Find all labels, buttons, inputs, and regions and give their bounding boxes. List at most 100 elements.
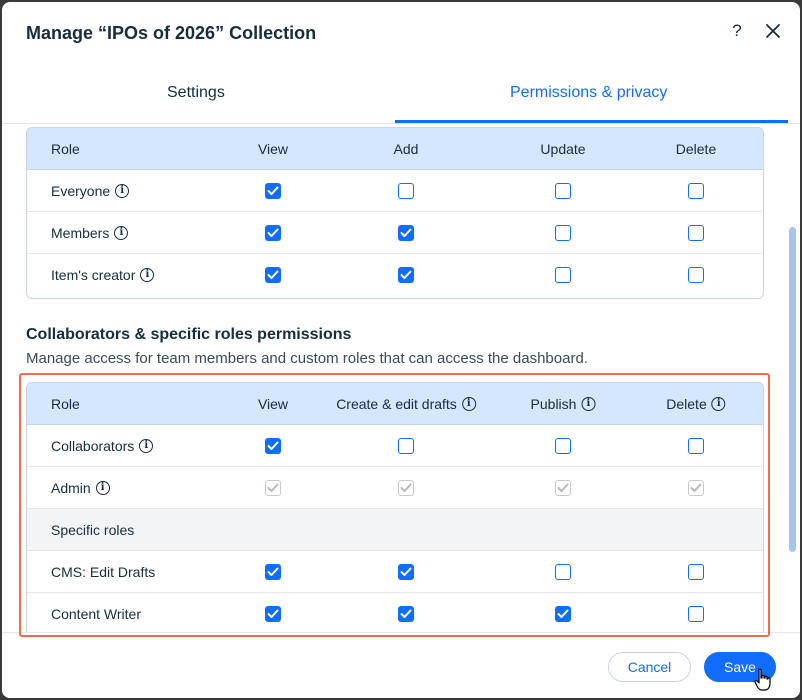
info-icon[interactable]: i bbox=[115, 184, 130, 199]
delete-checkbox[interactable] bbox=[688, 438, 704, 454]
view-checkbox[interactable] bbox=[265, 564, 281, 580]
view-checkbox[interactable] bbox=[265, 438, 281, 454]
checkmark-icon bbox=[557, 609, 569, 618]
checkmark-icon bbox=[267, 228, 279, 237]
checkmark-icon bbox=[400, 483, 412, 492]
info-icon[interactable]: i bbox=[95, 481, 110, 496]
create-checkbox[interactable] bbox=[398, 606, 414, 622]
checkmark-icon bbox=[267, 567, 279, 576]
column-header-text: Delete bbox=[675, 141, 717, 157]
update-checkbox[interactable] bbox=[555, 183, 571, 199]
create-checkbox[interactable] bbox=[398, 438, 414, 454]
column-header: Role bbox=[51, 383, 80, 425]
hand-cursor-icon bbox=[754, 668, 771, 691]
column-header: Add bbox=[394, 128, 419, 170]
table-row: Content Writer bbox=[27, 593, 763, 632]
close-button[interactable] bbox=[764, 22, 782, 40]
collaborators-permissions-table: Role View Create & edit drafts i Publish i Del… bbox=[26, 382, 764, 632]
dialog-title: Manage “IPOs of 2026” Collection bbox=[26, 23, 317, 43]
column-header: Delete i bbox=[666, 383, 726, 425]
publish-checkbox[interactable] bbox=[555, 564, 571, 580]
view-checkbox bbox=[265, 480, 281, 496]
column-header: Role bbox=[51, 128, 80, 170]
close-icon bbox=[766, 24, 780, 38]
info-icon[interactable]: i bbox=[461, 397, 476, 412]
column-header-text: Role bbox=[51, 141, 80, 157]
role-name: Everyone i bbox=[51, 170, 130, 212]
checkmark-icon bbox=[400, 270, 412, 279]
tab-settings[interactable]: Settings bbox=[167, 84, 225, 102]
scrollbar-thumb[interactable] bbox=[789, 227, 796, 552]
delete-checkbox[interactable] bbox=[688, 267, 704, 283]
collaborators-section-description: Manage access for team members and custo… bbox=[26, 350, 588, 367]
delete-checkbox bbox=[688, 480, 704, 496]
role-name-text: Content Writer bbox=[51, 606, 141, 622]
table-row: Members i bbox=[27, 212, 763, 254]
checkmark-icon bbox=[400, 567, 412, 576]
column-header-text: Role bbox=[51, 396, 80, 412]
delete-checkbox[interactable] bbox=[688, 225, 704, 241]
manage-collection-dialog: Manage “IPOs of 2026” Collection ? Setti… bbox=[2, 2, 800, 698]
info-icon[interactable]: i bbox=[140, 268, 155, 283]
info-icon[interactable]: i bbox=[139, 439, 154, 454]
update-checkbox[interactable] bbox=[555, 225, 571, 241]
dialog-footer: Cancel Save bbox=[2, 632, 800, 698]
role-name-text: Item's creator bbox=[51, 267, 136, 283]
info-icon[interactable]: i bbox=[114, 226, 129, 241]
role-name-text: CMS: Edit Drafts bbox=[51, 564, 156, 580]
checkmark-icon bbox=[267, 609, 279, 618]
checkmark-icon bbox=[400, 609, 412, 618]
publish-checkbox[interactable] bbox=[555, 438, 571, 454]
create-checkbox bbox=[398, 480, 414, 496]
general-permissions-table: Role View Add Update Delete Everyone i Members i… bbox=[26, 127, 764, 299]
column-header: View bbox=[258, 383, 288, 425]
checkmark-icon bbox=[267, 186, 279, 195]
publish-checkbox[interactable] bbox=[555, 606, 571, 622]
delete-checkbox[interactable] bbox=[688, 183, 704, 199]
create-checkbox[interactable] bbox=[398, 564, 414, 580]
publish-checkbox bbox=[555, 480, 571, 496]
table-row: CMS: Edit Drafts bbox=[27, 551, 763, 593]
view-checkbox[interactable] bbox=[265, 183, 281, 199]
active-tab-indicator bbox=[395, 120, 788, 123]
column-header: View bbox=[258, 128, 288, 170]
table-row: Admin i bbox=[27, 467, 763, 509]
column-header-text: View bbox=[257, 141, 289, 157]
section-label: Specific roles bbox=[51, 509, 134, 551]
info-icon[interactable]: i bbox=[711, 397, 726, 412]
add-checkbox[interactable] bbox=[398, 183, 414, 199]
delete-checkbox[interactable] bbox=[688, 606, 704, 622]
permissions-content: Role View Add Update Delete Everyone i Members i… bbox=[2, 124, 800, 632]
role-name: Item's creator i bbox=[51, 254, 155, 296]
view-checkbox[interactable] bbox=[265, 225, 281, 241]
column-header-text: Update bbox=[540, 141, 586, 157]
add-checkbox[interactable] bbox=[398, 267, 414, 283]
role-name: Collaborators i bbox=[51, 425, 154, 467]
delete-checkbox[interactable] bbox=[688, 564, 704, 580]
collaborators-section-title: Collaborators & specific roles permissio… bbox=[26, 326, 352, 343]
cancel-button[interactable]: Cancel bbox=[608, 652, 691, 682]
column-header: Create & edit drafts i bbox=[336, 383, 476, 425]
tab-permissions-privacy[interactable]: Permissions & privacy bbox=[510, 84, 667, 102]
role-name: Members i bbox=[51, 212, 129, 254]
role-name-text: Members bbox=[51, 225, 110, 241]
info-icon[interactable]: i bbox=[581, 397, 596, 412]
role-name-text: Collaborators bbox=[51, 438, 135, 454]
checkmark-icon bbox=[557, 483, 569, 492]
checkmark-icon bbox=[267, 270, 279, 279]
add-checkbox[interactable] bbox=[398, 225, 414, 241]
help-button[interactable]: ? bbox=[729, 21, 745, 41]
view-checkbox[interactable] bbox=[265, 267, 281, 283]
checkmark-icon bbox=[267, 441, 279, 450]
section-label-text: Specific roles bbox=[51, 522, 135, 538]
column-header: Delete bbox=[676, 128, 716, 170]
checkmark-icon bbox=[400, 228, 412, 237]
checkmark-icon bbox=[690, 483, 702, 492]
update-checkbox[interactable] bbox=[555, 267, 571, 283]
role-name-text: Admin bbox=[51, 480, 91, 496]
column-header-text: View bbox=[257, 396, 289, 412]
column-header-text: Add bbox=[393, 141, 419, 157]
role-name-text: Everyone bbox=[51, 183, 111, 199]
table-header-row: Role View Create & edit drafts i Publish i Del… bbox=[27, 383, 763, 425]
view-checkbox[interactable] bbox=[265, 606, 281, 622]
